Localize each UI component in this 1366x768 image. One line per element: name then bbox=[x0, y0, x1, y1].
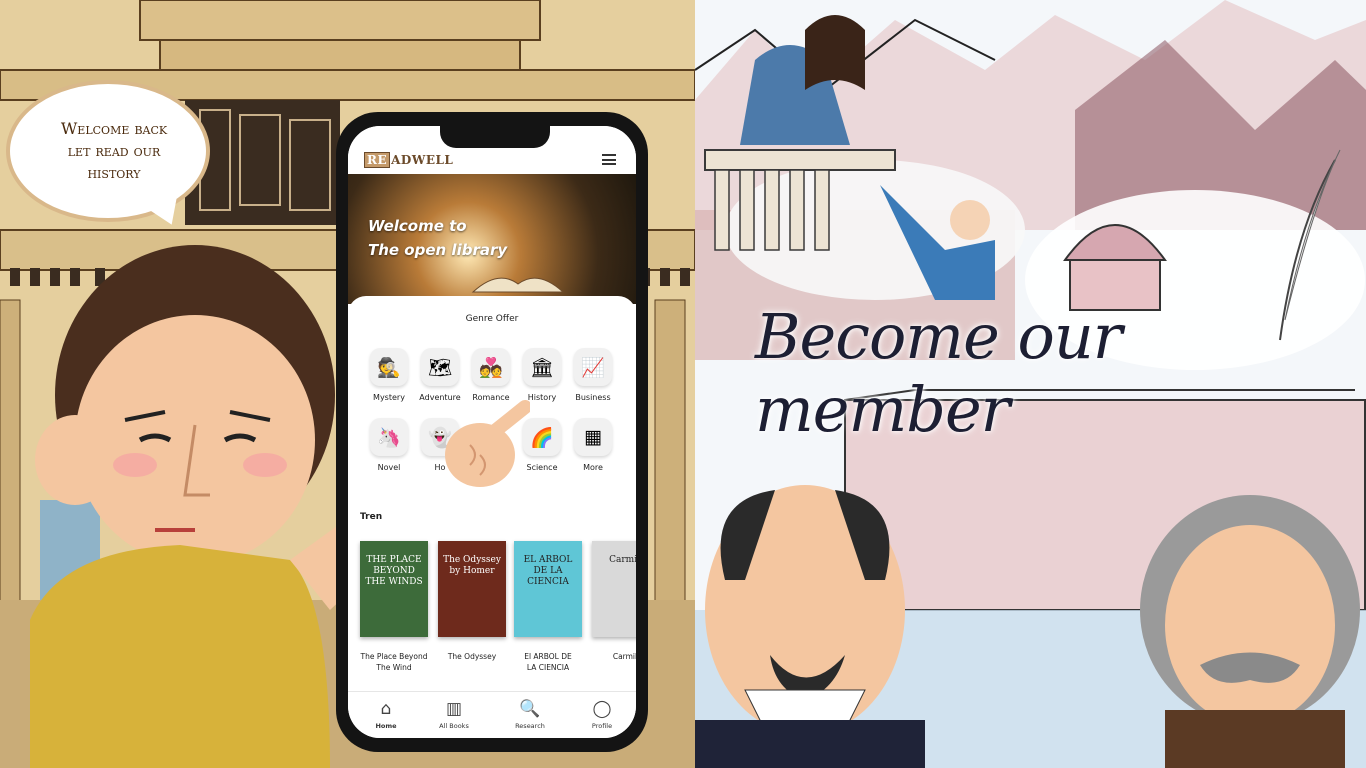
trending-title: Tren bbox=[360, 512, 383, 522]
profile-icon: ◯ bbox=[592, 699, 612, 719]
book-cover-text: EL ARBOL DE LA CIENCIA bbox=[523, 555, 573, 587]
detective-icon: 🕵 bbox=[370, 348, 408, 386]
book-title-line-1: Carmill bbox=[612, 652, 636, 661]
book-title-line-1: The Odyssey bbox=[447, 652, 497, 661]
phone-notch bbox=[440, 126, 550, 148]
genre-label: Mystery bbox=[373, 393, 405, 402]
book-card[interactable]: EL ARBOL DE LA CIENCIA El ARBOL DE LA CIEN… bbox=[514, 541, 582, 673]
book-cover-text: THE PLACE BEYOND THE WINDS bbox=[365, 555, 423, 587]
genre-more[interactable]: ▦ More bbox=[566, 418, 620, 472]
book-card[interactable]: The Odyssey by Homer The Odyssey bbox=[438, 541, 506, 662]
hero-heading: Welcome to The open library bbox=[368, 214, 507, 262]
couple-heart-icon: 💑 bbox=[472, 348, 510, 386]
nav-all-books[interactable]: ▥ All Books bbox=[424, 698, 484, 730]
nav-label: Research bbox=[515, 722, 545, 730]
become-member-headline: Become our member bbox=[755, 300, 1122, 446]
genre-label: More bbox=[583, 463, 603, 472]
unicorn-icon: 🦄 bbox=[370, 418, 408, 456]
book-title-line-2: LA CIENCIA bbox=[526, 663, 570, 672]
book-cover[interactable]: THE PLACE BEYOND THE WINDS bbox=[360, 541, 428, 637]
speech-line-2: let read our bbox=[67, 141, 161, 160]
genre-mystery[interactable]: 🕵 Mystery bbox=[362, 348, 416, 402]
logo-text: ADWELL bbox=[391, 153, 454, 167]
genre-novel[interactable]: 🦄 Novel bbox=[362, 418, 416, 472]
genre-business[interactable]: 📈 Business bbox=[566, 348, 620, 402]
pointing-hand-illustration bbox=[445, 400, 530, 487]
book-title: Carmill bbox=[592, 651, 636, 662]
book-cover[interactable]: EL ARBOL DE LA CIENCIA bbox=[514, 541, 582, 637]
speech-bubble-text: Welcome back let read our history bbox=[26, 118, 202, 184]
genre-adventure[interactable]: 🗺 Adventure bbox=[413, 348, 467, 402]
genre-label: Business bbox=[575, 393, 611, 402]
bottom-navigation: ⌂ Home ▥ All Books 🔍 Research ◯ Profile bbox=[348, 691, 636, 738]
book-card[interactable]: Carmill Carmill bbox=[592, 541, 636, 662]
map-icon: 🗺 bbox=[421, 348, 459, 386]
book-card[interactable]: THE PLACE BEYOND THE WINDS The Place Beyo… bbox=[360, 541, 428, 673]
book-cover[interactable]: Carmill bbox=[592, 541, 636, 637]
open-book-icon bbox=[471, 277, 565, 293]
right-scene: Become our member bbox=[695, 0, 1366, 768]
evolution-icon: 🏛 bbox=[523, 348, 561, 386]
app-logo[interactable]: RE ADWELL bbox=[364, 152, 453, 168]
nav-research[interactable]: 🔍 Research bbox=[500, 698, 560, 730]
hero-banner: Welcome to The open library bbox=[348, 174, 636, 304]
logo-box: RE bbox=[364, 152, 391, 168]
growth-chart-icon: 📈 bbox=[574, 348, 612, 386]
book-title-line-1: El ARBOL DE bbox=[524, 652, 572, 661]
hero-line-1: Welcome to bbox=[368, 217, 467, 235]
book-title-line-1: The Place Beyond bbox=[360, 652, 428, 661]
nav-label: Profile bbox=[591, 722, 613, 730]
nav-home[interactable]: ⌂ Home bbox=[356, 698, 416, 730]
hero-line-2: The open library bbox=[368, 241, 508, 259]
genre-label: Novel bbox=[377, 463, 401, 472]
book-title: The Odyssey bbox=[438, 651, 506, 662]
speech-line-3: history bbox=[87, 163, 141, 182]
book-cover-text: The Odyssey by Homer bbox=[443, 555, 501, 576]
nav-label: All Books bbox=[439, 722, 469, 730]
genre-history[interactable]: 🏛 History bbox=[515, 348, 569, 402]
book-title: The Place Beyond The Wind bbox=[360, 651, 428, 673]
hamburger-menu-icon[interactable] bbox=[602, 154, 616, 165]
nav-profile[interactable]: ◯ Profile bbox=[572, 698, 632, 730]
genre-offer-title: Genre Offer bbox=[465, 314, 519, 324]
grid-icon: ▦ bbox=[574, 418, 612, 456]
genre-romance[interactable]: 💑 Romance bbox=[464, 348, 518, 402]
research-icon: 🔍 bbox=[519, 699, 541, 719]
book-title-line-2: The Wind bbox=[376, 663, 412, 672]
speech-line-1: Welcome back bbox=[60, 119, 168, 138]
book-title: El ARBOL DE LA CIENCIA bbox=[514, 651, 582, 673]
home-icon: ⌂ bbox=[380, 699, 392, 719]
books-icon: ▥ bbox=[445, 699, 463, 719]
nav-label: Home bbox=[375, 722, 397, 730]
book-cover[interactable]: The Odyssey by Homer bbox=[438, 541, 506, 637]
book-cover-text: Carmill bbox=[609, 555, 636, 565]
